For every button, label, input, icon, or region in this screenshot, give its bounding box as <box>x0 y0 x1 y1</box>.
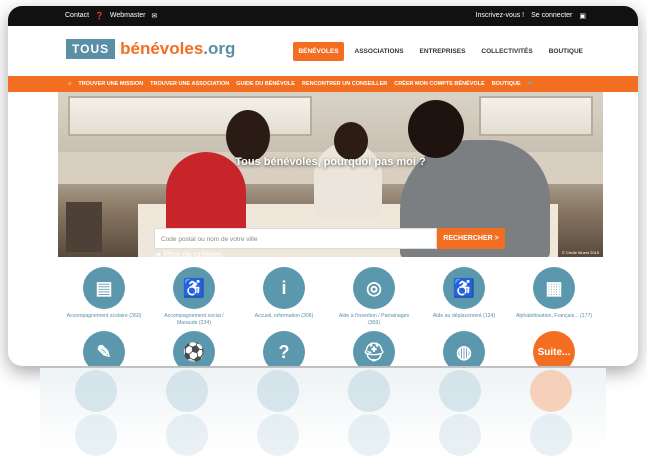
reflection-circle <box>529 414 572 456</box>
category-insertion[interactable]: ◎ Aide à l'insertion / Parrainages (359) <box>334 267 414 326</box>
nav-find-association[interactable]: TROUVER UNE ASSOCIATION <box>150 81 229 87</box>
home-icon[interactable]: ⌂ <box>68 81 71 87</box>
category-grid: ▤ Accompagnement scolaire (360) ♿ Accomp… <box>58 257 603 366</box>
browser-frame: Contact ❓ Webmaster ✉ Inscrivez-vous ! S… <box>8 6 638 366</box>
reflection-row <box>50 414 596 456</box>
hero-head-child <box>334 122 368 160</box>
reflection-circle <box>347 414 390 456</box>
category-more[interactable]: Suite... <box>514 331 594 366</box>
category-arts[interactable]: ✎ <box>64 331 144 366</box>
nav-boutique[interactable]: BOUTIQUE <box>492 81 521 87</box>
reflection-circle <box>347 370 390 412</box>
reflection-circle <box>165 414 208 456</box>
reflection-circle <box>165 370 208 412</box>
reflection-circle <box>256 414 299 456</box>
site-header: TOUS bénévoles.org BÉNÉVOLES ASSOCIATION… <box>8 26 638 76</box>
notebook-icon: ▤ <box>83 267 125 309</box>
cart-icon[interactable]: 🛒 <box>528 81 535 87</box>
nav-create-account[interactable]: CRÉER MON COMPTE BÉNÉVOLE <box>394 81 484 87</box>
site-logo[interactable]: TOUS bénévoles.org <box>66 39 235 59</box>
more-criteria-link[interactable]: ➔ Plus de critères <box>154 249 222 257</box>
hero-window <box>68 96 312 136</box>
mail-icon: ✉ <box>151 13 158 20</box>
menu-item-entreprises[interactable]: ENTREPRISES <box>415 42 471 61</box>
webmaster-link[interactable]: Webmaster <box>110 12 146 20</box>
category-international[interactable]: ◍ <box>424 331 504 366</box>
category-mobility[interactable]: ♿ Aide au déplacement (124) <box>424 267 504 320</box>
paintbrush-icon: ✎ <box>83 331 125 366</box>
wheelchair-icon: ♿ <box>443 267 485 309</box>
football-icon: ⚽ <box>173 331 215 366</box>
menu-item-benevoles[interactable]: BÉNÉVOLES <box>293 42 344 61</box>
more-button[interactable]: Suite... <box>533 331 575 366</box>
lifebuoy-icon: ◎ <box>353 267 395 309</box>
globe-icon: ◍ <box>443 331 485 366</box>
category-literacy[interactable]: ▦ Alphabétisation, Français... (177) <box>514 267 594 320</box>
category-construction[interactable]: ⛑ <box>334 331 414 366</box>
info-icon: i <box>263 267 305 309</box>
photo-credit: © Cécile Muzet 2015 <box>561 250 599 255</box>
nav-find-mission[interactable]: TROUVER UNE MISSION <box>78 81 143 87</box>
menu-item-collectivites[interactable]: COLLECTIVITÉS <box>476 42 537 61</box>
reflection-circle <box>438 414 481 456</box>
hero-head-left <box>226 110 270 162</box>
reflection-circle <box>74 414 117 456</box>
logo-box: TOUS <box>66 39 116 59</box>
reflection-circle <box>438 370 481 412</box>
category-label: Accompagnement scolaire (360) <box>66 313 142 319</box>
main-menu: BÉNÉVOLES ASSOCIATIONS ENTREPRISES COLLE… <box>293 42 588 61</box>
contact-link[interactable]: Contact <box>65 12 89 20</box>
nav-volunteer-guide[interactable]: GUIDE DU BÉNÉVOLE <box>236 81 295 87</box>
reflection-circle <box>74 370 117 412</box>
book-icon: ▦ <box>533 267 575 309</box>
logo-suffix: .org <box>203 39 236 58</box>
reflection-circle <box>529 370 572 412</box>
search-button[interactable]: RECHERCHER > <box>437 228 505 249</box>
nav-meet-advisor[interactable]: RENCONTRER UN CONSEILLER <box>302 81 387 87</box>
page-reflection <box>40 368 606 456</box>
logo-brand: bénévoles.org <box>120 39 235 59</box>
category-label: Aide au déplacement (124) <box>432 313 496 319</box>
category-label: Accompagnement social / Maraude (234) <box>164 313 224 326</box>
question-icon: ❓ <box>95 13 104 20</box>
category-sports[interactable]: ⚽ <box>154 331 234 366</box>
category-tutoring[interactable]: ▤ Accompagnement scolaire (360) <box>64 267 144 320</box>
category-label: Alphabétisation, Français... (177) <box>515 313 593 319</box>
hero-chair <box>66 202 102 252</box>
question-icon: ? <box>263 331 305 366</box>
reflection-circle <box>256 370 299 412</box>
category-reception[interactable]: i Accueil, information (306) <box>244 267 324 320</box>
logo-brand-text: bénévoles <box>120 39 204 58</box>
category-social[interactable]: ♿ Accompagnement social / Maraude (234) <box>154 267 234 326</box>
reflection-row <box>50 370 596 412</box>
helping-person-icon: ♿ <box>173 267 215 309</box>
top-utility-bar: Contact ❓ Webmaster ✉ Inscrivez-vous ! S… <box>8 6 638 26</box>
category-label: Aide à l'insertion / Parrainages (359) <box>338 313 410 326</box>
login-icon: ▣ <box>579 13 586 20</box>
category-label: Accueil, information (306) <box>254 313 314 319</box>
helmet-icon: ⛑ <box>353 331 395 366</box>
register-link[interactable]: Inscrivez-vous ! <box>476 12 525 20</box>
hero-title: Tous bénévoles, pourquoi pas moi ? <box>235 156 426 168</box>
menu-item-associations[interactable]: ASSOCIATIONS <box>350 42 409 61</box>
category-other[interactable]: ? <box>244 331 324 366</box>
hero-window-right <box>479 96 593 136</box>
menu-item-boutique[interactable]: BOUTIQUE <box>544 42 588 61</box>
secondary-nav: ⌂ TROUVER UNE MISSION TROUVER UNE ASSOCI… <box>8 76 638 92</box>
hero-head-right <box>408 100 464 158</box>
search-input[interactable]: Code postal ou nom de votre ville <box>154 228 437 249</box>
hero-banner: Tous bénévoles, pourquoi pas moi ? Code … <box>58 92 603 257</box>
more-criteria-label: Plus de critères <box>163 249 223 257</box>
login-link[interactable]: Se connecter <box>531 12 572 20</box>
